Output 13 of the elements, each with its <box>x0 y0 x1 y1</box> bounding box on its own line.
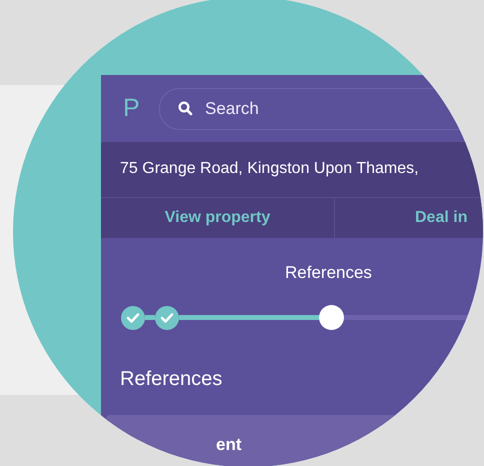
tab[interactable]: Deal in <box>335 198 483 238</box>
current-step-dot <box>319 305 344 330</box>
card-title: ent <box>216 435 242 454</box>
section-title: References <box>120 368 222 391</box>
tab[interactable]: View property <box>101 198 335 238</box>
completed-step-check-icon <box>155 306 179 330</box>
app-logo: P <box>123 94 137 124</box>
property-address: 75 Grange Road, Kingston Upon Thames, <box>120 160 419 178</box>
completed-step-check-icon <box>121 306 145 330</box>
search-input[interactable]: Search <box>205 98 385 119</box>
current-step-label: References <box>285 263 372 283</box>
step-connector <box>145 315 155 320</box>
search-icon <box>178 101 193 116</box>
